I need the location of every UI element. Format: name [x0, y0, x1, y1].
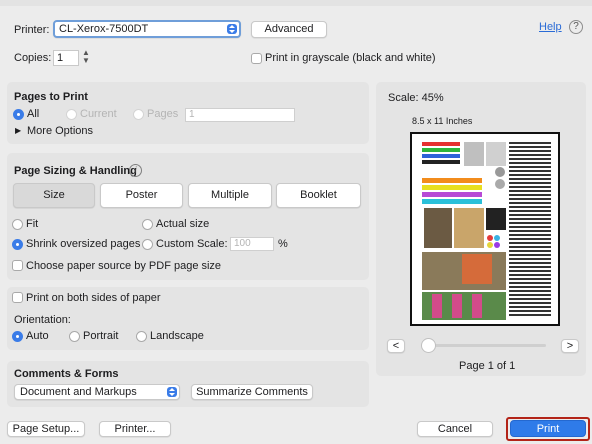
all-pages-label: All [27, 108, 40, 120]
actual-size-radio[interactable] [142, 219, 153, 230]
fit-radio[interactable] [12, 219, 23, 230]
advanced-button[interactable]: Advanced [251, 21, 327, 38]
paper-size-label: 8.5 x 11 Inches [412, 116, 473, 126]
copies-input[interactable]: 1 [53, 50, 79, 66]
comments-select[interactable]: Document and Markups [14, 384, 180, 400]
test-page-thumbnail [412, 134, 558, 324]
custom-scale-input[interactable]: 100 [230, 237, 274, 251]
printer-select[interactable]: CL-Xerox-7500DT [53, 20, 241, 38]
pages-range-radio[interactable] [133, 109, 144, 120]
copies-label: Copies: [14, 52, 52, 64]
pages-range-input[interactable]: 1 [185, 108, 295, 122]
orientation-auto-label: Auto [26, 330, 49, 342]
tab-poster[interactable]: Poster [100, 183, 183, 208]
select-stepper-icon [167, 387, 177, 397]
custom-scale-radio[interactable] [142, 239, 153, 250]
help-link[interactable]: Help [539, 21, 562, 33]
shrink-oversized-radio[interactable] [12, 239, 23, 250]
actual-size-label: Actual size [156, 218, 210, 230]
shrink-oversized-label: Shrink oversized pages [26, 238, 141, 250]
paper-source-checkbox[interactable] [12, 260, 23, 271]
more-options-label[interactable]: More Options [27, 125, 93, 137]
current-page-radio[interactable] [66, 109, 77, 120]
page-slider-thumb[interactable] [421, 338, 436, 353]
page-sizing-title: Page Sizing & Handling [14, 165, 137, 177]
copies-stepper-icon[interactable]: ▲ ▼ [82, 49, 90, 65]
prev-page-button[interactable]: < [387, 339, 405, 353]
grayscale-label: Print in grayscale (black and white) [265, 52, 436, 64]
select-stepper-icon [227, 24, 237, 34]
next-page-button[interactable]: > [561, 339, 579, 353]
disclosure-triangle-icon[interactable]: ▶ [15, 126, 21, 135]
pages-range-label: Pages [147, 108, 179, 120]
scale-label: Scale: 45% [388, 92, 444, 104]
custom-scale-label: Custom Scale: [156, 238, 228, 250]
orientation-auto-radio[interactable] [12, 331, 23, 342]
printer-select-value: CL-Xerox-7500DT [59, 23, 149, 35]
page-preview [410, 132, 560, 326]
tab-multiple[interactable]: Multiple [188, 183, 272, 208]
printer-button[interactable]: Printer... [99, 421, 171, 437]
orientation-landscape-label: Landscape [150, 330, 204, 342]
page-indicator: Page 1 of 1 [459, 360, 516, 372]
comments-select-value: Document and Markups [20, 386, 137, 398]
current-page-label: Current [80, 108, 117, 120]
percent-label: % [278, 238, 288, 250]
title-bar [0, 0, 592, 6]
fit-label: Fit [26, 218, 39, 230]
tab-booklet[interactable]: Booklet [276, 183, 361, 208]
summarize-comments-button[interactable]: Summarize Comments [191, 384, 313, 400]
paper-source-label: Choose paper source by PDF page size [26, 260, 222, 272]
orientation-portrait-radio[interactable] [69, 331, 80, 342]
grayscale-checkbox[interactable] [251, 53, 262, 64]
page-slider-track[interactable] [421, 344, 546, 347]
comments-title: Comments & Forms [14, 368, 119, 380]
page-setup-button[interactable]: Page Setup... [7, 421, 85, 437]
duplex-label: Print on both sides of paper [26, 292, 161, 304]
info-icon[interactable]: i [129, 164, 142, 177]
orientation-portrait-label: Portrait [83, 330, 119, 342]
print-button[interactable]: Print [510, 420, 586, 437]
cancel-button[interactable]: Cancel [417, 421, 493, 437]
all-pages-radio[interactable] [13, 109, 24, 120]
orientation-landscape-radio[interactable] [136, 331, 147, 342]
orientation-title: Orientation: [14, 314, 71, 326]
pages-to-print-title: Pages to Print [14, 91, 88, 103]
duplex-checkbox[interactable] [12, 292, 23, 303]
printer-label: Printer: [14, 24, 50, 36]
help-icon[interactable]: ? [569, 20, 583, 34]
tab-size[interactable]: Size [13, 183, 95, 208]
